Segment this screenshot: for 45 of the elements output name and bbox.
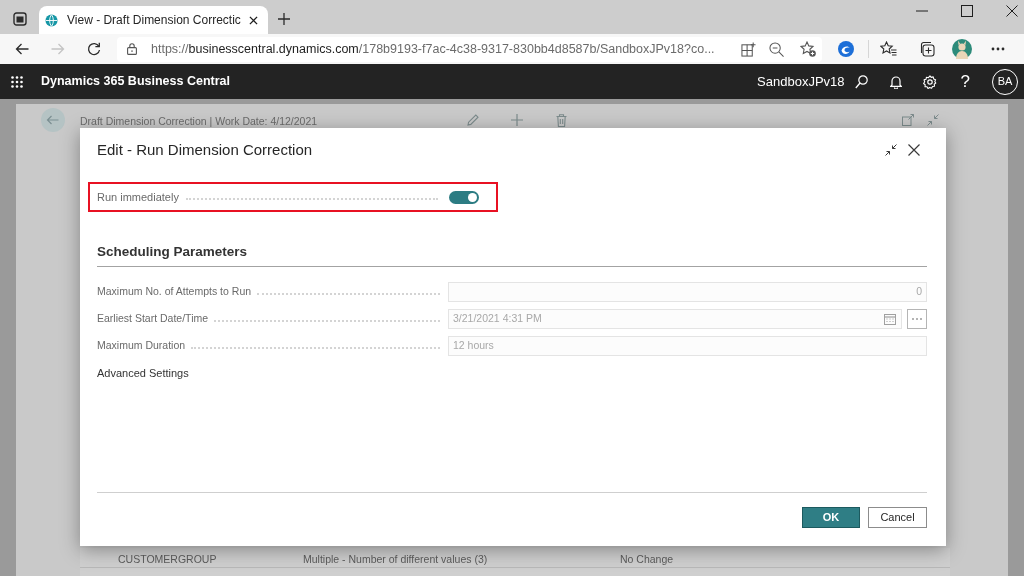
lock-icon[interactable]: [127, 43, 137, 55]
advanced-settings-link[interactable]: Advanced Settings: [97, 364, 189, 382]
dialog-title: Edit - Run Dimension Correction: [97, 139, 313, 160]
cancel-button[interactable]: Cancel: [868, 507, 927, 528]
split-screen-plus-icon[interactable]: [741, 41, 756, 57]
field-label: Earliest Start Date/Time: [97, 311, 209, 327]
star-plus-icon[interactable]: [800, 41, 816, 57]
collapse-icon[interactable]: [885, 144, 897, 156]
table-cell: Multiple - Number of different values (3): [303, 552, 488, 565]
ok-button[interactable]: OK: [802, 507, 860, 528]
settings-icon[interactable]: [922, 74, 937, 89]
swirl-icon[interactable]: [838, 41, 854, 57]
more-icon[interactable]: [991, 47, 1005, 51]
refresh-icon[interactable]: [87, 42, 101, 56]
help-button[interactable]: ?: [960, 72, 970, 91]
url-text: https://businesscentral.dynamics.com/178b9193-f7ac-4c38-9317-830bb4d8587b/SandboxJPv18?co...: [151, 40, 715, 58]
search-icon[interactable]: [854, 74, 868, 89]
workspaces-icon[interactable]: [13, 12, 27, 26]
app-title[interactable]: Dynamics 365 Business Central: [41, 72, 230, 91]
zoom-out-icon[interactable]: [769, 41, 784, 57]
maximize-icon[interactable]: [961, 5, 973, 17]
close-icon[interactable]: [1006, 5, 1018, 17]
close-icon[interactable]: [908, 144, 920, 156]
field-label: Run immediately: [97, 189, 179, 205]
app-launcher-icon[interactable]: [11, 75, 23, 88]
toggle-switch[interactable]: [449, 190, 479, 204]
field-label: Maximum No. of Attempts to Run: [97, 284, 252, 300]
browser-tab[interactable]: View - Draft Dimension Correctic: [39, 6, 268, 34]
tab-title: View - Draft Dimension Correctic: [67, 12, 241, 29]
globe-icon: [45, 13, 58, 27]
close-icon[interactable]: [248, 15, 258, 25]
bell-icon[interactable]: [889, 74, 902, 89]
address-bar[interactable]: https://businesscentral.dynamics.com/178b9193-f7ac-4c38-9317-830bb4d8587b/SandboxJPv18?co...: [117, 36, 822, 62]
plus-icon[interactable]: [277, 13, 290, 25]
page-title: Draft Dimension Correction | Work Date: 4/12/2021: [80, 115, 318, 127]
environment-name: SandboxJPv18: [757, 72, 845, 91]
trash-icon[interactable]: [556, 113, 567, 127]
favorites-icon[interactable]: [880, 41, 897, 57]
section-title: Scheduling Parameters: [97, 244, 248, 259]
back-arrow-icon[interactable]: [15, 43, 29, 55]
avatar-icon[interactable]: [952, 39, 972, 59]
table-cell: CUSTOMERGROUP: [118, 552, 217, 565]
field-label: Maximum Duration: [97, 338, 186, 354]
collections-icon[interactable]: [919, 41, 935, 57]
table-cell: No Change: [620, 552, 674, 565]
